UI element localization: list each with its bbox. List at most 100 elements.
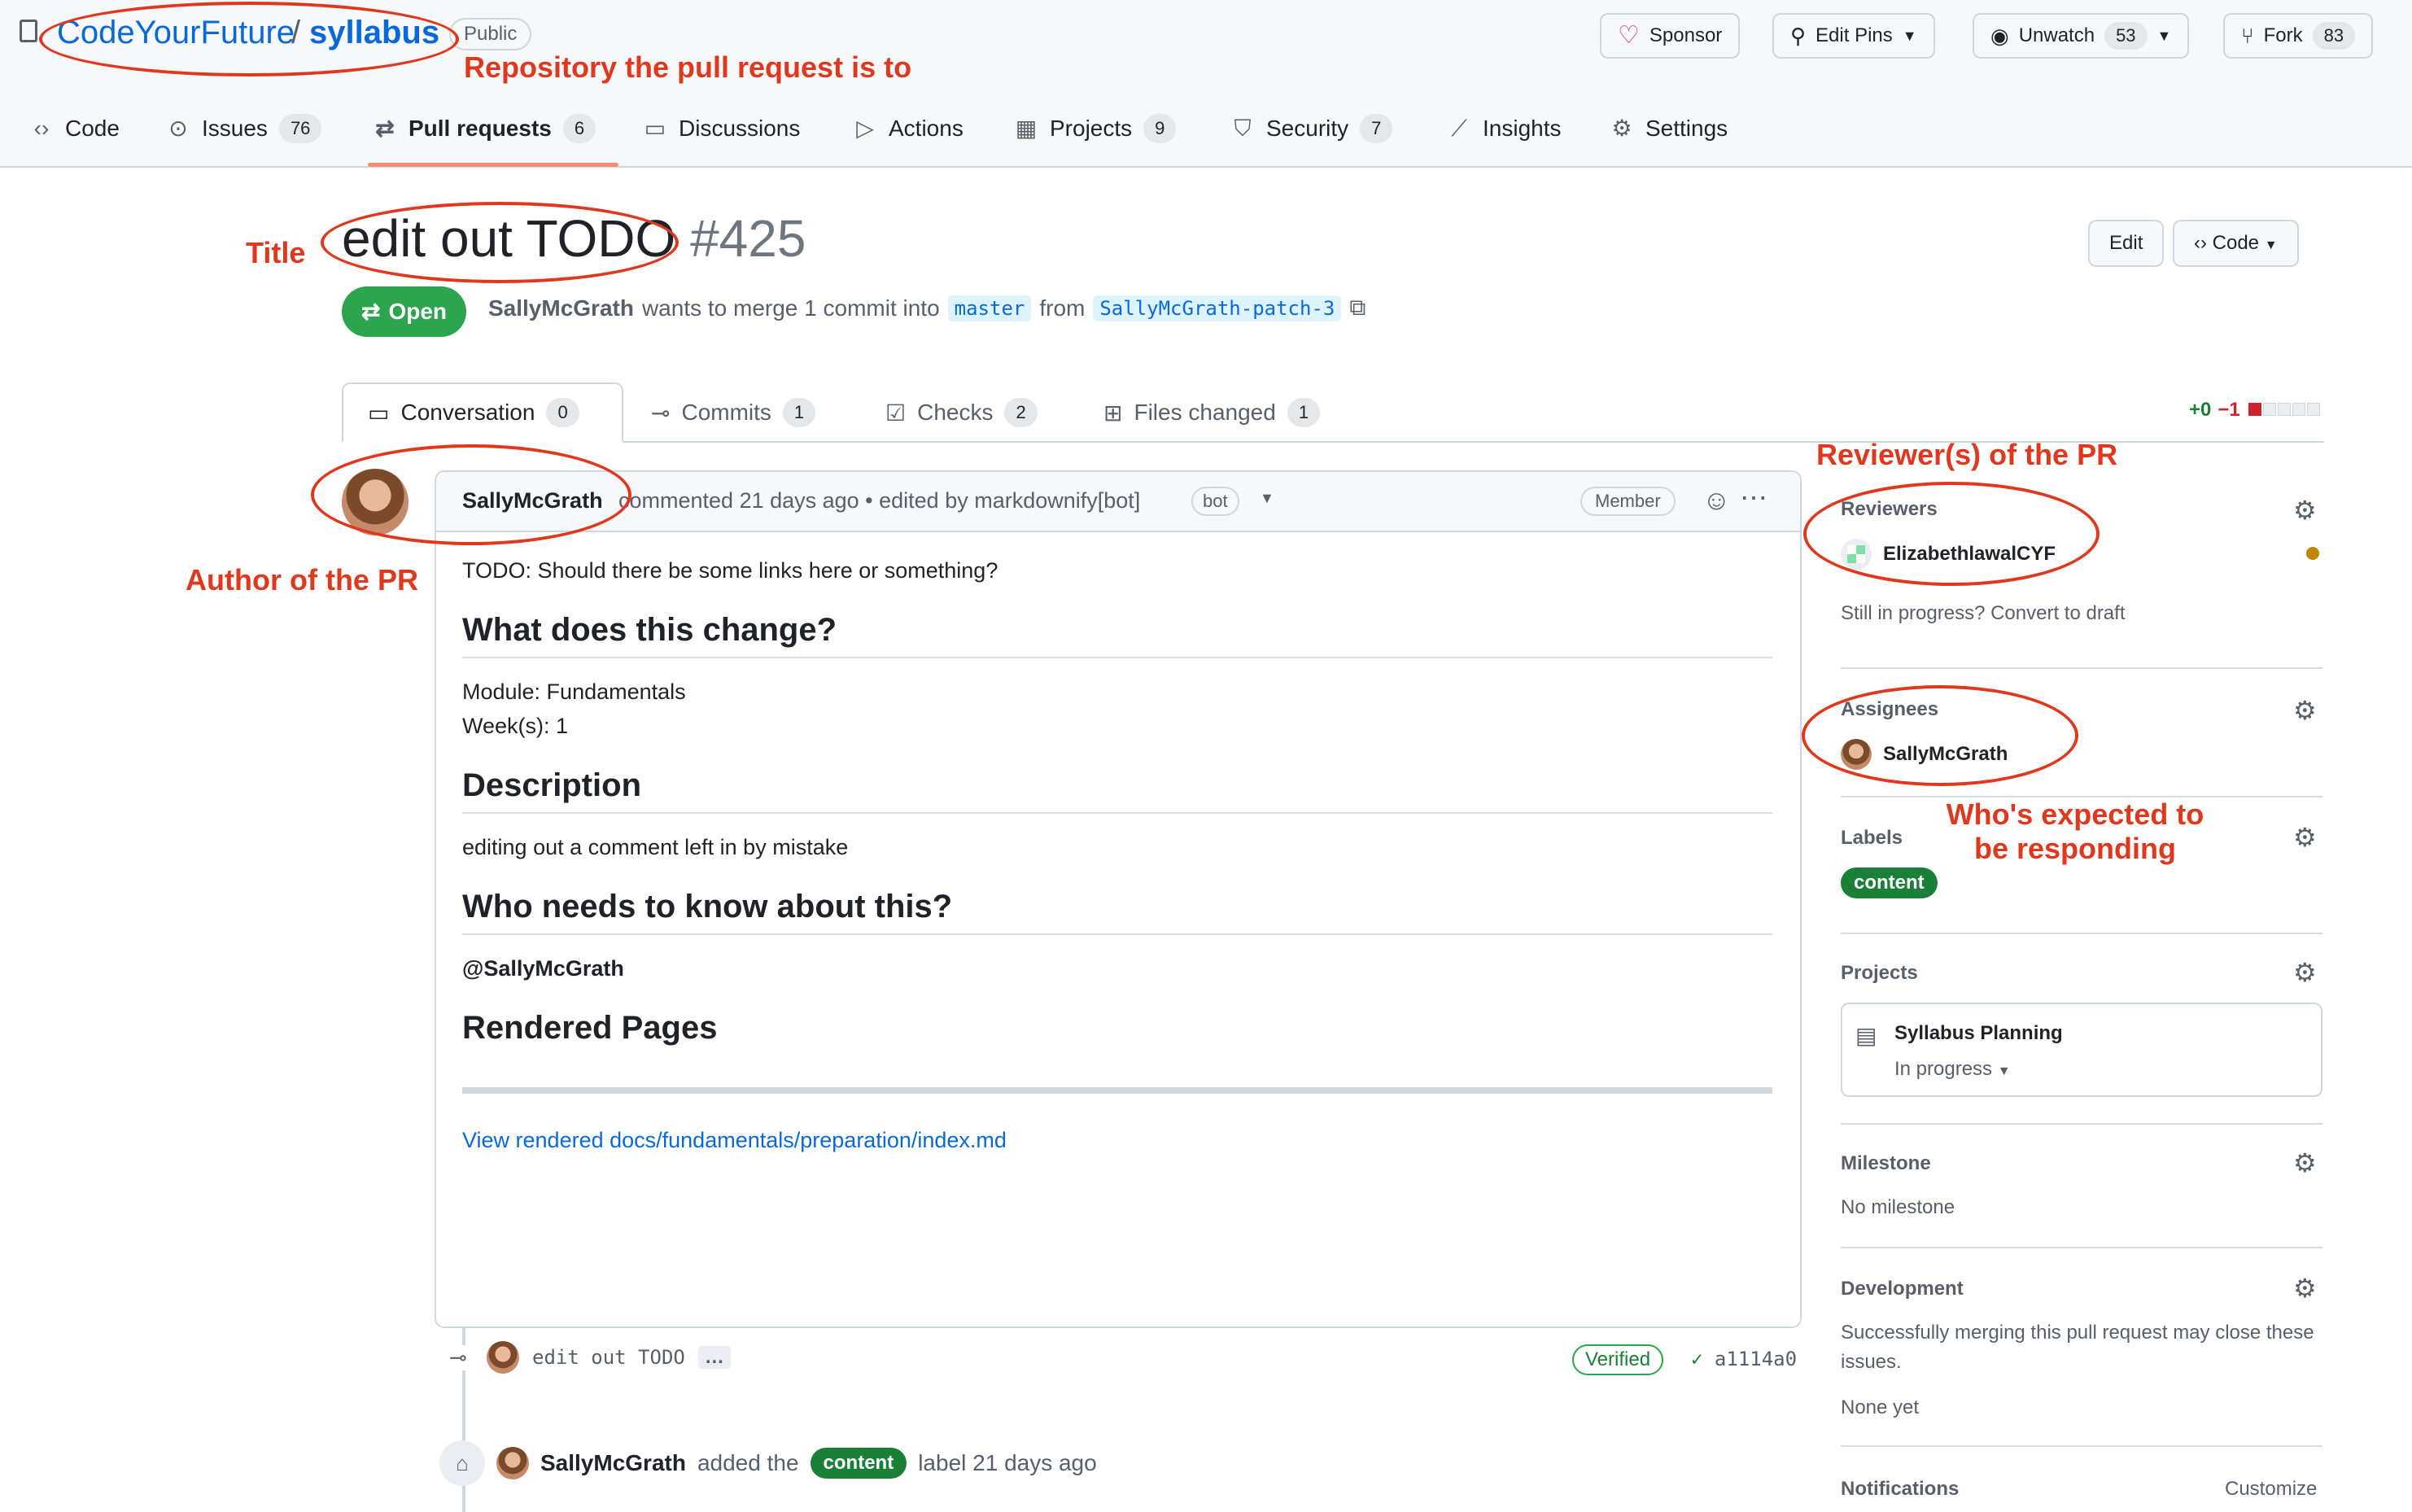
commit-expand-button[interactable]: … [697,1346,731,1369]
label-pill[interactable]: content [810,1448,907,1479]
nav-issues-label: Issues [202,116,268,141]
tab-files-changed[interactable]: ⊞ Files changed 1 [1079,382,1344,443]
timeline-label-event: ⌂ SallyMcGrath added the content label 2… [439,1440,1097,1486]
pr-author-link[interactable]: SallyMcGrath [488,295,634,321]
discussion-icon: ▭ [644,116,666,141]
pull-request-icon: ⇄ [361,299,381,324]
nav-actions[interactable]: ▷ Actions [853,111,963,146]
tab-conversation[interactable]: ▭ Conversation 0 [342,382,623,443]
timeline-commit: ⊸ edit out TODO … [449,1341,731,1374]
play-icon: ▷ [856,116,874,141]
issues-count: 76 [278,114,322,143]
nav-insights[interactable]: ⟋ Insights [1447,111,1561,146]
assignees-gear-icon[interactable]: ⚙ [2293,695,2317,726]
smiley-icon[interactable]: ☺ [1702,485,1731,517]
project-icon: ▤ [1855,1023,1877,1048]
fork-button[interactable]: ⑂ Fork 83 [2223,13,2374,59]
label-actor-link[interactable]: SallyMcGrath [540,1450,686,1476]
nav-settings-label: Settings [1645,116,1728,141]
tab-commits[interactable]: ⊸ Commits 1 [627,382,840,443]
commit-message-link[interactable]: edit out TODO [532,1346,685,1369]
nav-discussions[interactable]: ▭ Discussions [643,111,801,146]
tab-conversation-label: Conversation [400,400,535,425]
unwatch-label: Unwatch [2018,24,2095,46]
code-dropdown-button[interactable]: ‹› Code ▼ [2173,220,2299,267]
code-dropdown-label: Code [2212,232,2260,254]
projects-gear-icon[interactable]: ⚙ [2293,957,2317,988]
sidebar-milestone: Milestone [1841,1152,2322,1175]
chevron-down-icon: ▼ [2264,238,2278,252]
annotation-repo: Repository the pull request is to [464,50,912,84]
edit-pins-button[interactable]: ⚲ Edit Pins ▼ [1772,13,1935,59]
copy-icon[interactable]: ⧉ [1349,295,1365,321]
project-status-dropdown[interactable]: In progress ▼ [1894,1058,2011,1081]
pull-requests-count: 6 [562,114,596,143]
tab-files-changed-count: 1 [1287,398,1321,427]
chevron-down-icon: ▼ [1997,1064,2011,1078]
edit-history-chevron-icon[interactable]: ▼ [1260,490,1274,507]
nav-code[interactable]: ‹› Code [29,111,120,146]
annotation-ellipse-assignees [1802,685,2078,786]
commit-sha-link[interactable]: ✓ a1114a0 [1691,1348,1797,1370]
rendered-page-link[interactable]: View rendered docs/fundamentals/preparat… [462,1123,1772,1157]
commit-author-avatar[interactable] [487,1341,519,1374]
nav-actions-label: Actions [889,116,963,141]
nav-projects[interactable]: ▦ Projects 9 [1014,111,1177,146]
project-name: Syllabus Planning [1894,1022,2063,1044]
nav-settings[interactable]: ⚙ Settings [1610,111,1728,146]
mention-link[interactable]: @SallyMcGrath [462,951,1772,985]
commit-icon: ⊸ [651,400,671,426]
convert-to-draft-text[interactable]: Still in progress? Convert to draft [1841,599,2126,628]
sponsor-button[interactable]: ♡ Sponsor [1600,13,1741,59]
chevron-down-icon: ▼ [2156,28,2172,44]
tab-commits-count: 1 [782,398,816,427]
sidebar-projects: Projects [1841,962,2322,985]
annotation-ellipse-author [311,444,631,545]
milestone-gear-icon[interactable]: ⚙ [2293,1147,2317,1178]
project-card[interactable]: ▤ Syllabus Planning In progress ▼ [1841,1003,2322,1097]
nav-issues[interactable]: ⊙ Issues 76 [166,111,322,146]
labels-gear-icon[interactable]: ⚙ [2293,822,2317,853]
gear-icon: ⚙ [1611,116,1632,141]
comment-body: TODO: Should there be some links here or… [462,553,1772,1157]
chevron-down-icon: ▼ [1902,28,1917,44]
edit-title-button[interactable]: Edit [2088,220,2165,267]
pull-request-icon: ⇄ [375,116,395,141]
heading-description: Description [462,767,1772,814]
project-status: In progress [1894,1058,1993,1080]
head-branch[interactable]: SallyMcGrath-patch-3 [1093,295,1342,321]
label-actor-avatar[interactable] [496,1447,529,1479]
sponsor-label: Sponsor [1649,24,1723,46]
verified-badge[interactable]: Verified [1572,1344,1664,1375]
pr-number: #425 [690,209,806,268]
pr-state-badge: ⇄ Open [342,286,467,337]
label-event-time: label 21 days ago [918,1450,1097,1475]
kebab-menu-icon[interactable]: ⋯ [1740,482,1767,514]
check-icon: ✓ [1691,1348,1703,1370]
edit-pins-label: Edit Pins [1816,24,1893,46]
tab-files-changed-label: Files changed [1134,400,1276,425]
unwatch-button[interactable]: ◉ Unwatch 53 ▼ [1973,13,2190,59]
checklist-icon: ☑ [885,400,907,426]
sidebar-divider [1841,667,2322,669]
projects-count: 9 [1143,114,1177,143]
nav-security[interactable]: ⛉ Security 7 [1230,111,1393,146]
base-branch[interactable]: master [947,295,1032,321]
tab-checks[interactable]: ☑ Checks 2 [861,382,1062,443]
pr-meta: SallyMcGrath wants to merge 1 commit int… [488,295,1365,321]
nav-pull-requests[interactable]: ⇄ Pull requests 6 [373,111,596,146]
heading-who-needs-to-know: Who needs to know about this? [462,889,1772,935]
heading-what-changes: What does this change? [462,612,1772,658]
sidebar-development: Development [1841,1278,2322,1300]
fork-label: Fork [2263,24,2303,46]
annotation-ellipse-reviewers [1803,482,2100,586]
label-pill[interactable]: content [1841,867,1938,898]
tab-commits-label: Commits [681,400,771,425]
customize-notifications-link[interactable]: Customize [2225,1475,2317,1504]
development-gear-icon[interactable]: ⚙ [2293,1273,2317,1304]
annotation-author: Author of the PR [186,563,418,596]
tag-icon: ⌂ [439,1440,485,1486]
fork-icon: ⑂ [2241,24,2254,48]
reviewers-gear-icon[interactable]: ⚙ [2293,495,2317,526]
sidebar-divider [1841,1445,2322,1447]
